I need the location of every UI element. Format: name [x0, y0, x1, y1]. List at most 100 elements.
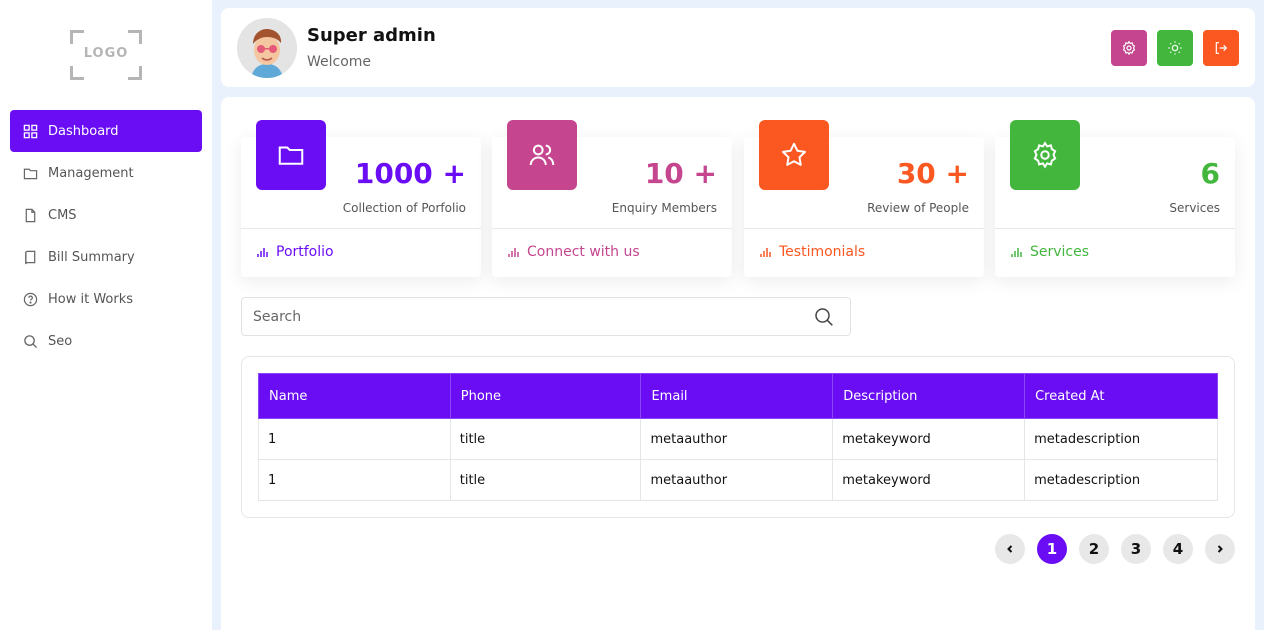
logo: LOGO: [70, 30, 142, 80]
card-link-testimonials[interactable]: Testimonials: [759, 244, 865, 260]
card-icon-box: [759, 120, 829, 190]
theme-toggle-button[interactable]: [1157, 30, 1193, 66]
data-table: Name Phone Email Description Created At …: [258, 373, 1218, 501]
card-link-label: Testimonials: [779, 244, 866, 260]
sidebar-item-management[interactable]: Management: [10, 152, 202, 194]
column-header[interactable]: Created At: [1024, 373, 1218, 419]
table-cell: metaauthor: [640, 418, 834, 460]
stat-card-portfolio: 1000 + Collection of Porfolio Portfolio: [241, 120, 481, 277]
column-header[interactable]: Description: [832, 373, 1026, 419]
grid-icon: [22, 123, 38, 139]
main-panel: 1000 + Collection of Porfolio Portfolio …: [221, 97, 1255, 630]
next-page-button[interactable]: [1205, 534, 1235, 564]
help-circle-icon: [22, 291, 38, 307]
divider: [241, 228, 481, 229]
bar-chart-icon: [257, 248, 268, 257]
folder-icon: [22, 165, 38, 181]
sidebar-item-seo[interactable]: Seo: [10, 320, 202, 362]
logo-corner: [70, 30, 84, 44]
top-header: Super admin Welcome: [221, 8, 1255, 87]
table-cell: metakeyword: [832, 418, 1026, 460]
sidebar-item-label: CMS: [48, 207, 77, 223]
table-cell: metakeyword: [832, 459, 1026, 501]
card-label: Services: [1169, 201, 1220, 215]
card-link-label: Portfolio: [276, 244, 334, 260]
card-link-portfolio[interactable]: Portfolio: [256, 244, 334, 260]
sidebar-item-dashboard[interactable]: Dashboard: [10, 110, 202, 152]
card-value: 6: [1200, 157, 1220, 190]
chevron-right-icon: [1217, 545, 1223, 553]
logo-corner: [128, 66, 142, 80]
bar-chart-icon: [760, 248, 771, 257]
card-value: 10 +: [644, 157, 717, 190]
gear-icon: [1033, 141, 1057, 169]
sidebar-item-label: Bill Summary: [48, 249, 135, 265]
settings-button[interactable]: [1111, 30, 1147, 66]
card-icon-box: [507, 120, 577, 190]
table-cell: metadescription: [1024, 418, 1218, 460]
table-cell: metadescription: [1024, 459, 1218, 501]
card-icon-box: [256, 120, 326, 190]
table-cell: title: [449, 459, 642, 501]
card-value: 1000 +: [354, 157, 466, 190]
card-value: 30 +: [896, 157, 969, 190]
sidebar-item-cms[interactable]: CMS: [10, 194, 202, 236]
sidebar-item-label: Seo: [48, 333, 73, 349]
table-cell: 1: [258, 418, 451, 460]
card-icon-box: [1010, 120, 1080, 190]
table-row[interactable]: 1 title metaauthor metakeyword metadescr…: [258, 459, 1218, 501]
stat-card-services: 6 Services Services: [995, 120, 1235, 277]
column-header[interactable]: Phone: [449, 373, 642, 419]
sidebar-item-label: Dashboard: [48, 123, 119, 139]
sidebar: LOGO Dashboard Management CMS Bill Summa…: [0, 0, 212, 630]
stat-card-enquiry: 10 + Enquiry Members Connect with us: [492, 120, 732, 277]
prev-page-button[interactable]: [995, 534, 1025, 564]
table-container: Name Phone Email Description Created At …: [241, 356, 1235, 518]
folder-icon: [278, 146, 304, 165]
bar-chart-icon: [1011, 248, 1022, 257]
logo-text: LOGO: [83, 46, 129, 61]
chevron-left-icon: [1007, 545, 1013, 553]
bar-chart-icon: [508, 248, 519, 257]
page-button-1[interactable]: 1: [1037, 534, 1067, 564]
pagination: 1 2 3 4: [995, 534, 1235, 564]
page-title: Super admin: [307, 25, 436, 46]
column-header[interactable]: Email: [640, 373, 834, 419]
logo-corner: [70, 66, 84, 80]
card-link-label: Services: [1030, 244, 1090, 260]
divider: [995, 228, 1235, 229]
search-icon[interactable]: [814, 307, 834, 327]
search-icon: [22, 333, 38, 349]
users-icon: [529, 144, 555, 166]
table-row[interactable]: 1 title metaauthor metakeyword metadescr…: [258, 418, 1218, 460]
card-label: Review of People: [867, 201, 969, 215]
table-cell: title: [449, 418, 642, 460]
sidebar-item-bill-summary[interactable]: Bill Summary: [10, 236, 202, 278]
sidebar-nav: Dashboard Management CMS Bill Summary Ho…: [10, 110, 202, 362]
page-button-2[interactable]: 2: [1079, 534, 1109, 564]
search-input[interactable]: [242, 298, 814, 335]
stat-card-reviews: 30 + Review of People Testimonials: [744, 120, 984, 277]
divider: [492, 228, 732, 229]
avatar[interactable]: [237, 18, 297, 78]
star-icon: [782, 142, 806, 166]
table-header-row: Name Phone Email Description Created At: [258, 373, 1218, 419]
card-link-label: Connect with us: [527, 244, 640, 260]
sidebar-item-how-it-works[interactable]: How it Works: [10, 278, 202, 320]
page-button-4[interactable]: 4: [1163, 534, 1193, 564]
search-bar: [241, 297, 851, 336]
card-link-connect[interactable]: Connect with us: [507, 244, 640, 260]
card-label: Collection of Porfolio: [342, 201, 466, 215]
card-link-services[interactable]: Services: [1010, 244, 1089, 260]
logo-corner: [128, 30, 142, 44]
file-icon: [22, 207, 38, 223]
page-button-3[interactable]: 3: [1121, 534, 1151, 564]
column-header[interactable]: Name: [258, 373, 451, 419]
sidebar-item-label: How it Works: [48, 291, 134, 307]
sidebar-item-label: Management: [48, 165, 134, 181]
sun-icon: [1168, 41, 1182, 55]
book-icon: [22, 249, 38, 265]
welcome-text: Welcome: [307, 54, 372, 70]
divider: [744, 228, 984, 229]
logout-button[interactable]: [1203, 30, 1239, 66]
